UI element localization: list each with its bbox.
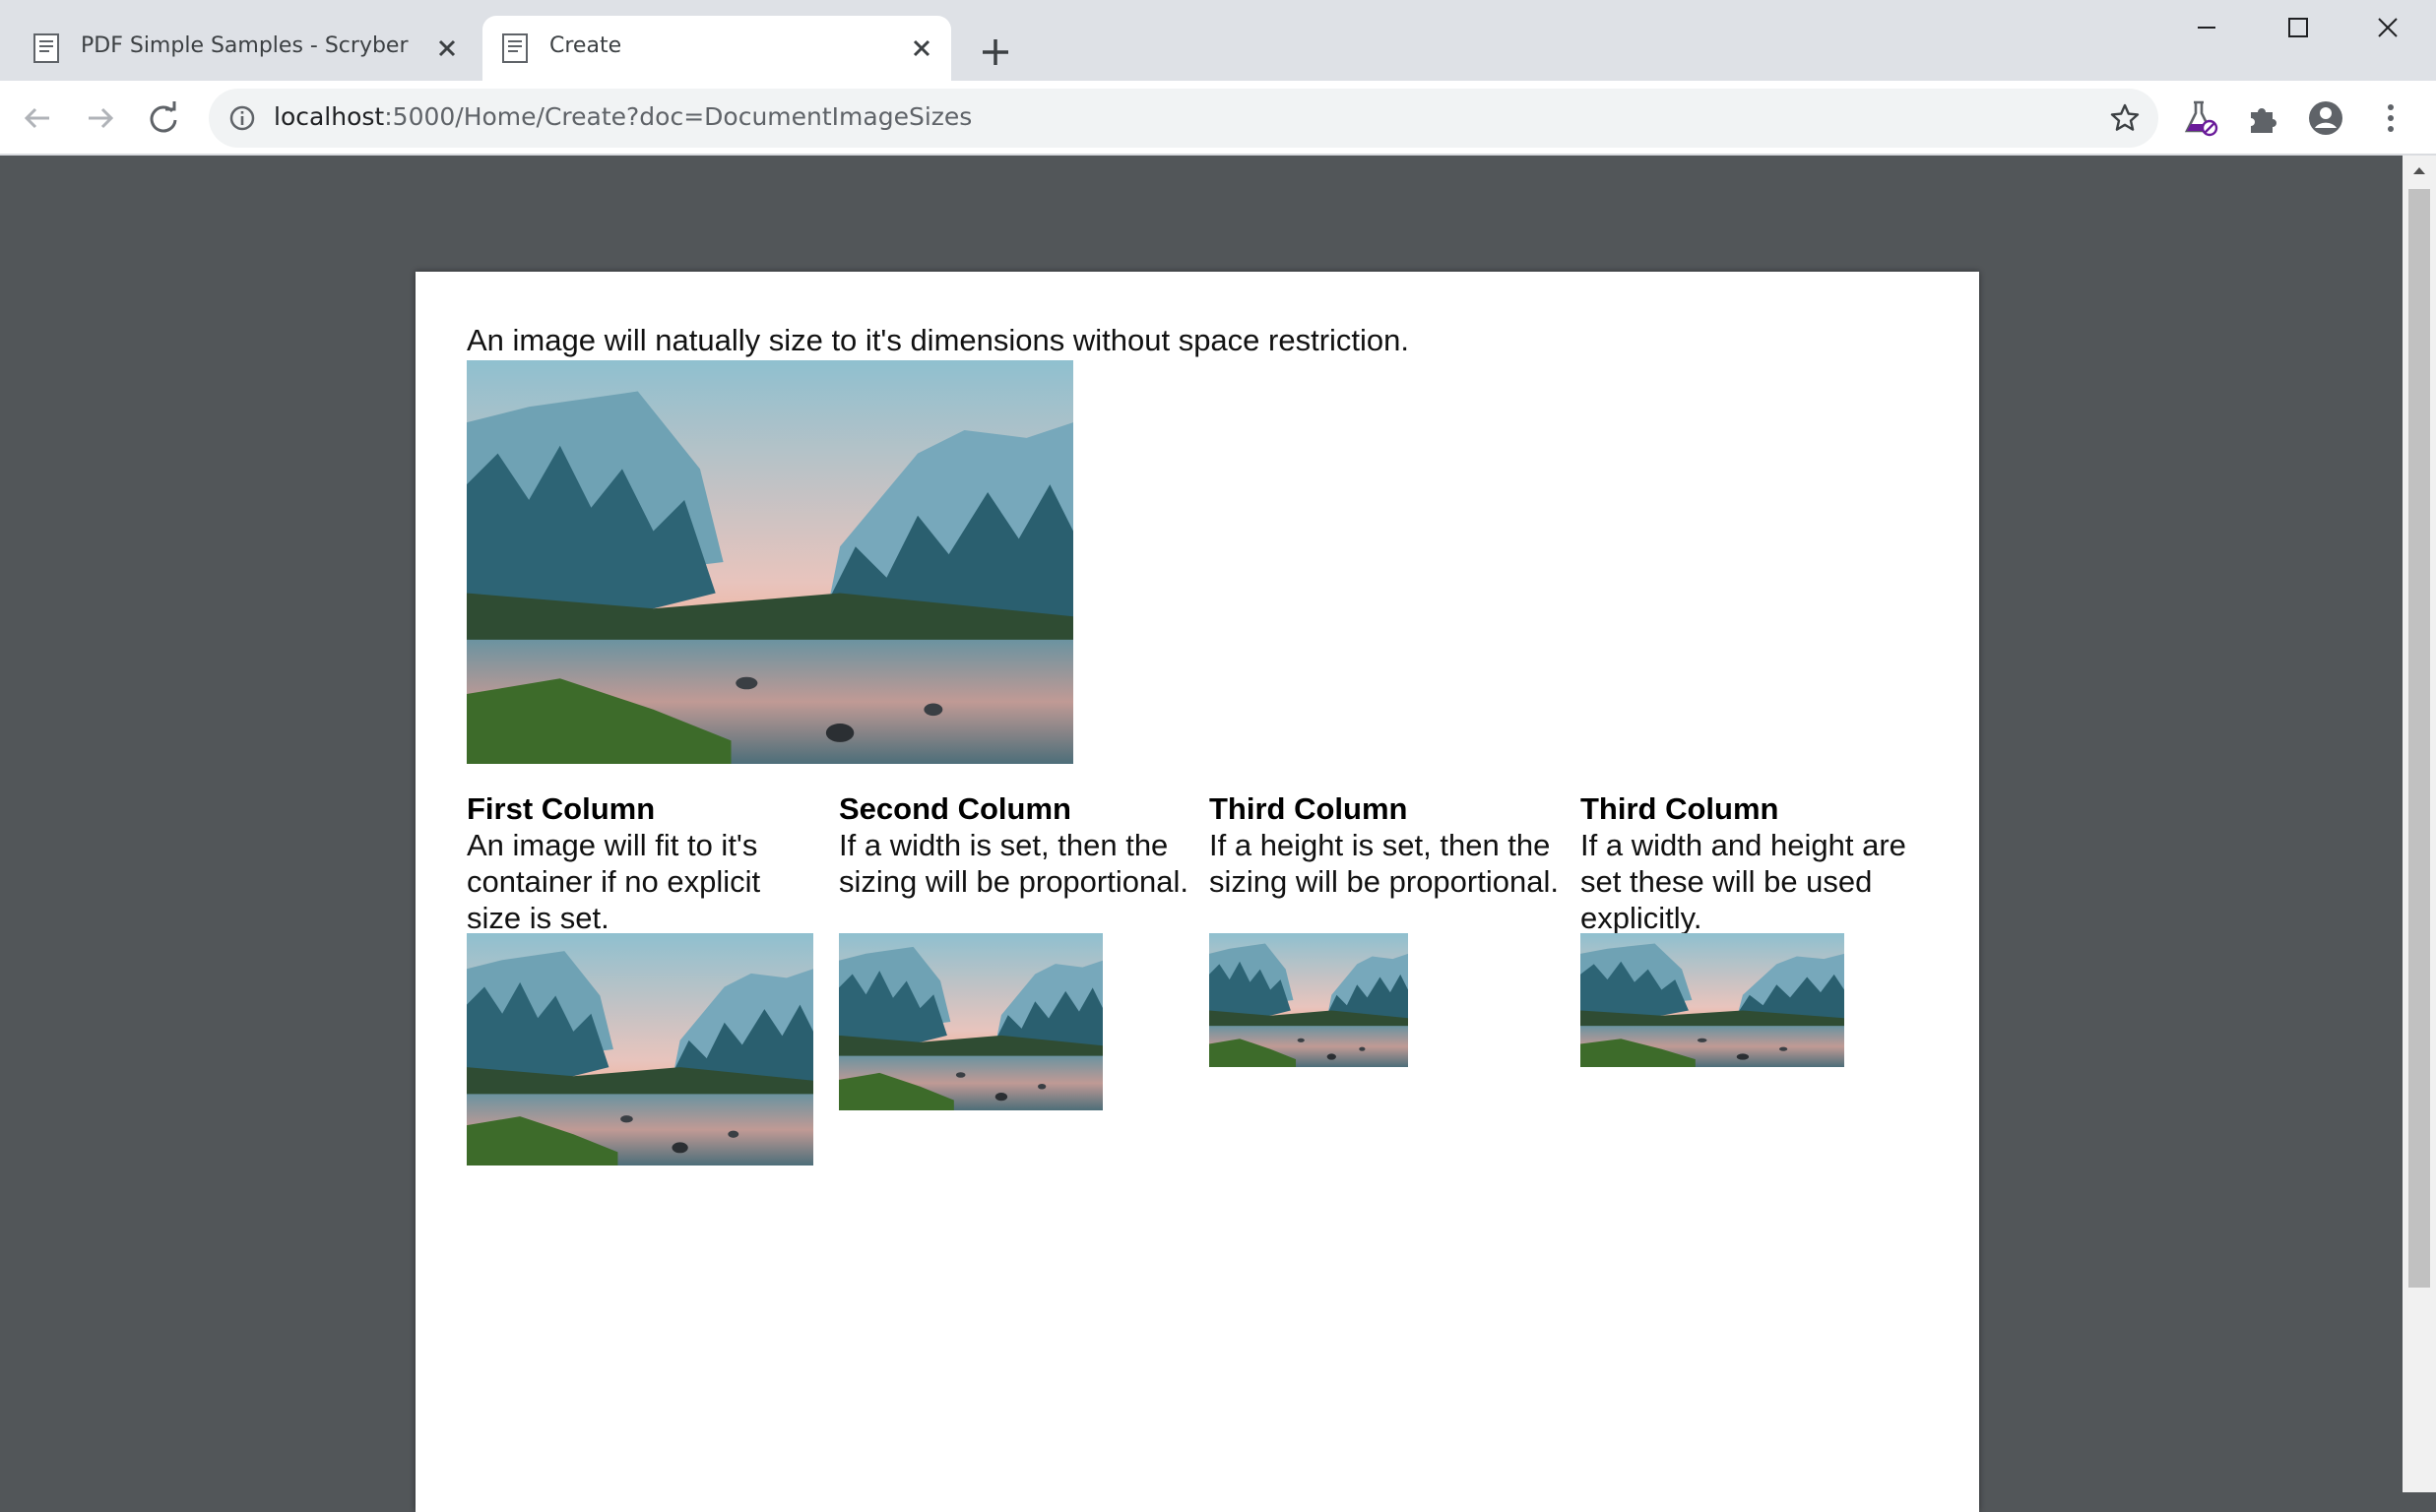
landscape-image-explicit xyxy=(1580,933,1844,1067)
tab-title: PDF Simple Samples - Scryber xyxy=(81,33,409,58)
close-window-icon[interactable] xyxy=(2343,0,2432,55)
landscape-image-height xyxy=(1209,933,1408,1067)
maximize-icon[interactable] xyxy=(2253,0,2341,55)
tab-create[interactable]: Create xyxy=(482,16,951,81)
tab-strip: PDF Simple Samples - Scryber Create xyxy=(0,0,2436,81)
tab-title: Create xyxy=(549,33,622,58)
flask-icon[interactable] xyxy=(2180,98,2219,138)
column-first: First Column An image will fit to it's c… xyxy=(467,791,821,936)
tab-pdf-simple-samples[interactable]: PDF Simple Samples - Scryber xyxy=(14,16,477,81)
column-second: Second Column If a width is set, then th… xyxy=(839,791,1193,900)
pdf-viewer[interactable]: An image will natually size to it's dime… xyxy=(0,156,2403,1512)
account-icon[interactable] xyxy=(2306,98,2345,138)
column-heading: Second Column xyxy=(839,791,1071,826)
document-icon xyxy=(33,33,59,63)
browser-toolbar: localhost:5000/Home/Create?doc=DocumentI… xyxy=(0,81,2436,156)
url-path: :5000/Home/Create?doc=DocumentImageSizes xyxy=(384,102,973,131)
puzzle-icon[interactable] xyxy=(2243,98,2282,138)
vertical-scrollbar[interactable] xyxy=(2403,156,2436,1492)
arrow-left-icon[interactable] xyxy=(16,96,59,140)
column-text: If a width and height are set these will… xyxy=(1580,828,1906,935)
column-text: An image will fit to it's container if n… xyxy=(467,828,761,935)
kebab-menu-icon[interactable] xyxy=(2371,98,2410,138)
close-tab-icon[interactable] xyxy=(906,32,937,64)
address-bar[interactable]: localhost:5000/Home/Create?doc=DocumentI… xyxy=(209,89,2158,148)
star-icon[interactable] xyxy=(2109,102,2141,134)
landscape-image-width xyxy=(839,933,1103,1110)
landscape-image-fit xyxy=(467,933,813,1166)
intro-text: An image will natually size to it's dime… xyxy=(467,323,1410,357)
new-tab-icon[interactable] xyxy=(973,30,1018,75)
scroll-up-icon[interactable] xyxy=(2412,165,2426,175)
close-tab-icon[interactable] xyxy=(431,32,463,64)
column-third: Third Column If a height is set, then th… xyxy=(1209,791,1564,900)
column-heading: Third Column xyxy=(1209,791,1408,826)
column-heading: First Column xyxy=(467,791,656,826)
document-icon xyxy=(502,33,528,63)
info-icon[interactable] xyxy=(228,104,256,132)
minimize-icon[interactable] xyxy=(2162,0,2251,55)
column-text: If a height is set, then the sizing will… xyxy=(1209,828,1559,899)
url-host: localhost xyxy=(274,102,385,131)
arrow-right-icon[interactable] xyxy=(79,96,122,140)
column-text: If a width is set, then the sizing will … xyxy=(839,828,1188,899)
column-heading: Third Column xyxy=(1580,791,1779,826)
reload-icon[interactable] xyxy=(142,96,185,140)
scrollbar-thumb[interactable] xyxy=(2408,189,2430,1288)
url-text: localhost:5000/Home/Create?doc=DocumentI… xyxy=(274,102,972,131)
pdf-page: An image will natually size to it's dime… xyxy=(416,272,1979,1512)
landscape-image-natural xyxy=(467,360,1073,764)
column-fourth: Third Column If a width and height are s… xyxy=(1580,791,1935,936)
